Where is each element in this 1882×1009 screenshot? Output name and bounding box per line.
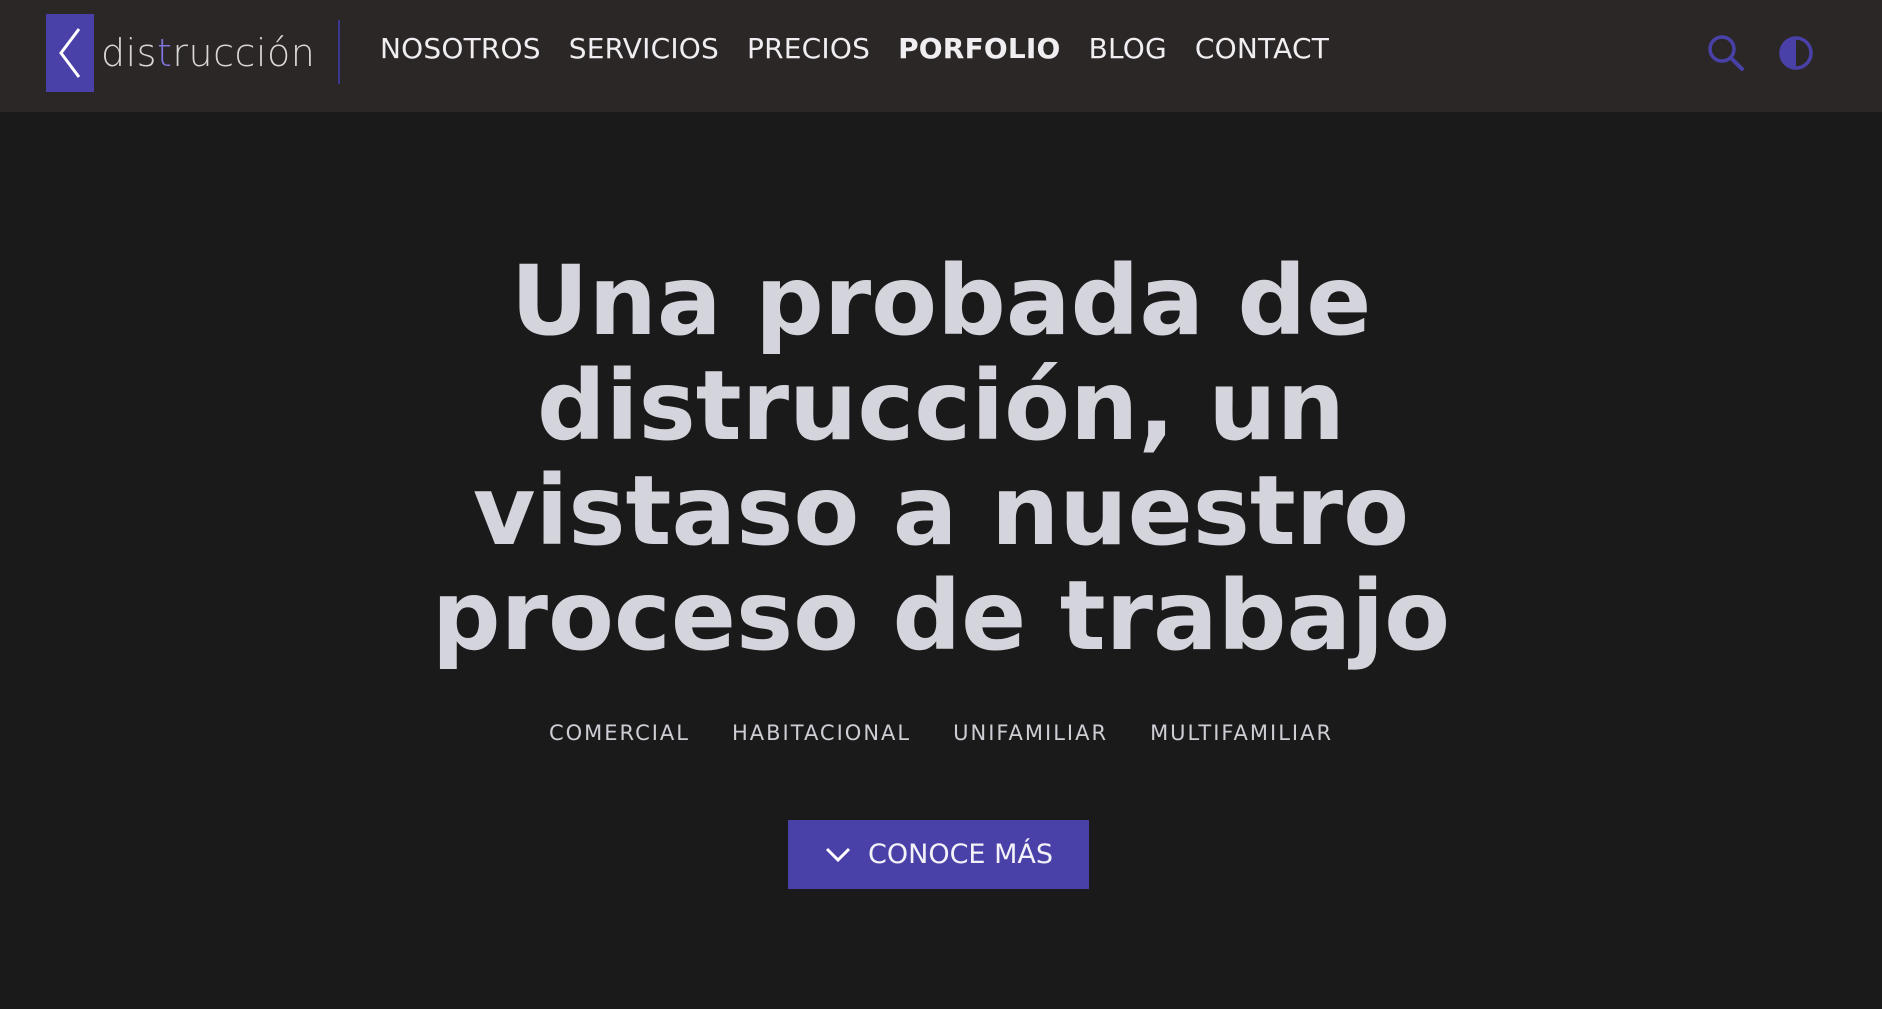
tag-unifamiliar[interactable]: UNIFAMILIAR: [953, 721, 1108, 745]
main-nav: NOSOTROS SERVICIOS PRECIOS PORFOLIO BLOG…: [380, 25, 1357, 71]
header-divider: [338, 20, 340, 84]
chevron-left-icon: [46, 14, 94, 92]
chevron-down-icon: [825, 847, 851, 862]
contrast-icon: [1779, 36, 1813, 70]
hero-section: Una probada de distrucción, un vistaso a…: [0, 112, 1882, 746]
nav-item-porfolio[interactable]: PORFOLIO: [898, 32, 1060, 65]
nav-item-contact[interactable]: CONTACT: [1195, 32, 1329, 65]
nav-item-servicios[interactable]: SERVICIOS: [569, 32, 719, 65]
category-tags: COMERCIAL HABITACIONAL UNIFAMILIAR MULTI…: [0, 721, 1882, 745]
brand-name: distrucción: [101, 31, 315, 75]
tag-comercial[interactable]: COMERCIAL: [549, 721, 690, 745]
tag-multifamiliar[interactable]: MULTIFAMILIAR: [1150, 721, 1333, 745]
brand-name-suffix: rucción: [172, 31, 316, 75]
logo[interactable]: distrucción: [46, 14, 315, 92]
search-icon: [1708, 35, 1744, 71]
nav-item-precios[interactable]: PRECIOS: [747, 32, 870, 65]
theme-toggle-button[interactable]: [1773, 30, 1819, 76]
brand-name-accent: t: [156, 31, 173, 75]
site-header: distrucción NOSOTROS SERVICIOS PRECIOS P…: [0, 0, 1882, 112]
search-button[interactable]: [1703, 30, 1749, 76]
brand-name-prefix: dis: [101, 31, 157, 75]
hero-title: Una probada de distrucción, un vistaso a…: [431, 245, 1451, 672]
nav-item-blog[interactable]: BLOG: [1089, 32, 1167, 65]
tag-habitacional[interactable]: HABITACIONAL: [732, 721, 911, 745]
nav-item-nosotros[interactable]: NOSOTROS: [380, 32, 541, 65]
learn-more-label: CONOCE MÁS: [868, 839, 1053, 870]
learn-more-button[interactable]: CONOCE MÁS: [788, 820, 1089, 889]
